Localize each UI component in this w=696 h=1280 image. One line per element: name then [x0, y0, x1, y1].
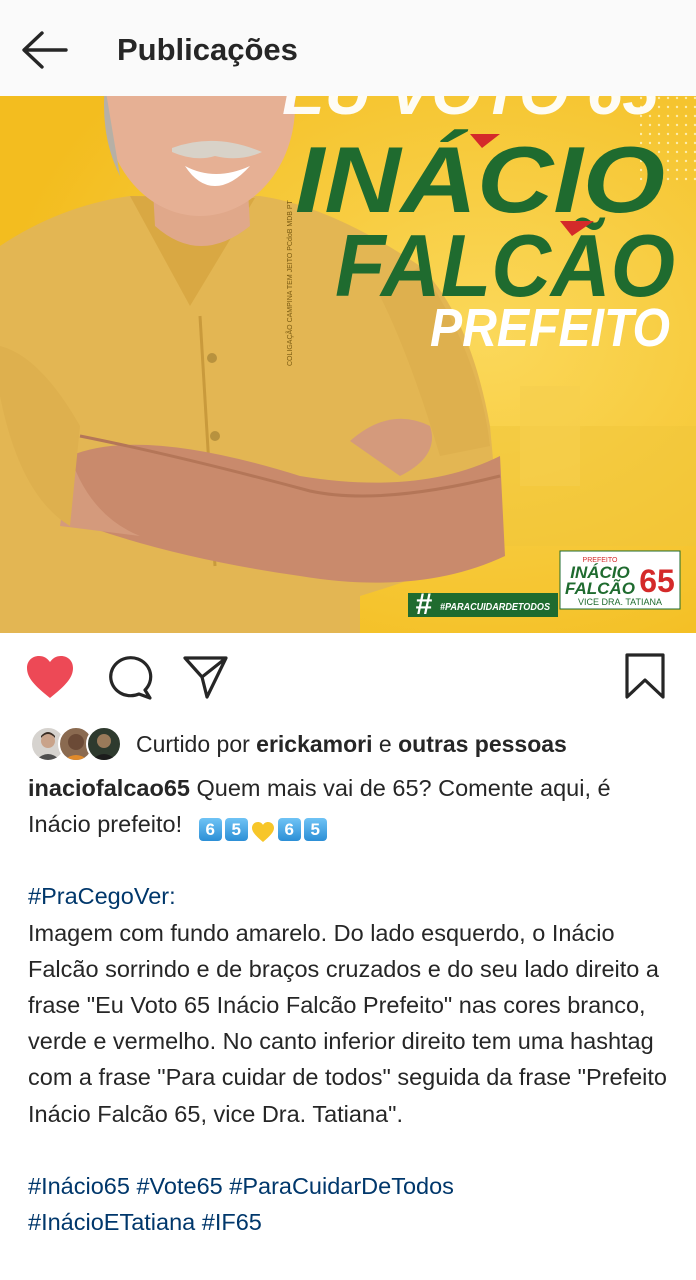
page-title: Publicações	[117, 32, 298, 67]
hashtag-link[interactable]: #Inácio65	[28, 1173, 130, 1199]
post-image[interactable]: COLIGAÇÃO CAMPINA TEM JEITO PCdoB MDB PT…	[0, 96, 696, 633]
coalition-text: COLIGAÇÃO CAMPINA TEM JEITO PCdoB MDB PT	[285, 199, 294, 366]
arrow-left-icon	[22, 31, 68, 69]
likes-others-link[interactable]: outras pessoas	[398, 731, 567, 757]
bookmark-icon	[625, 653, 665, 699]
emoji-sequence: 6 5 6 5	[198, 818, 327, 843]
likes-summary[interactable]: Curtido por erickamori e outras pessoas	[30, 722, 690, 766]
like-button[interactable]	[24, 653, 76, 701]
hashtag-link[interactable]: #IF65	[202, 1209, 262, 1235]
hashtag-link[interactable]: #InácioETatiana	[28, 1209, 195, 1235]
caption-main: inaciofalcao65 Quem mais vai de 65? Come…	[28, 770, 678, 843]
top-bar: Publicações	[0, 0, 696, 96]
post-actions	[0, 633, 696, 723]
caption-username[interactable]: inaciofalcao65	[28, 775, 190, 801]
hashtag-banner-text: #PARACUIDARDETODOS	[440, 602, 550, 613]
headline-prefeito: PREFEITO	[430, 298, 670, 358]
liker-username[interactable]: erickamori	[256, 731, 372, 757]
hashtags-line-1: #Inácio65 #Vote65 #ParaCuidarDeTodos	[28, 1168, 678, 1204]
image-description: Imagem com fundo amarelo. Do lado esquer…	[28, 919, 667, 1127]
keycap-6-emoji: 6	[277, 818, 301, 842]
hashtag-pracegover[interactable]: #PraCegoVer:	[28, 878, 678, 914]
likes-text: Curtido por erickamori e outras pessoas	[136, 731, 567, 758]
avatar	[86, 726, 122, 762]
liker-avatars	[30, 726, 124, 762]
send-icon	[183, 656, 228, 699]
hashtag-link[interactable]: #ParaCuidarDeTodos	[229, 1173, 454, 1199]
keycap-5-emoji: 5	[303, 818, 327, 842]
logo-number: 65	[639, 563, 675, 599]
yellow-heart-emoji	[251, 818, 275, 843]
logo-falcao: FALCÃO	[565, 578, 635, 598]
back-button[interactable]	[20, 28, 72, 72]
keycap-5-emoji: 5	[224, 818, 248, 842]
keycap-6-emoji: 6	[198, 818, 222, 842]
hashtags-line-2: #InácioETatiana #IF65	[28, 1204, 678, 1240]
comment-icon	[109, 656, 153, 700]
logo-vice: VICE DRA. TATIANA	[578, 597, 662, 607]
headline-eu-voto: EU VOTO 65	[282, 96, 659, 128]
heart-filled-icon	[27, 656, 73, 698]
comment-button[interactable]	[104, 653, 154, 701]
hashtag-link[interactable]: #Vote65	[136, 1173, 222, 1199]
share-button[interactable]	[180, 653, 230, 701]
post-caption: inaciofalcao65 Quem mais vai de 65? Come…	[28, 770, 678, 1240]
save-button[interactable]	[622, 651, 668, 701]
likes-connector: e	[378, 730, 392, 757]
hashtag-symbol: #	[416, 588, 433, 621]
campaign-logo: PREFEITO INÁCIO FALCÃO 65 VICE DRA. TATI…	[559, 550, 681, 610]
likes-prefix: Curtido por	[136, 730, 250, 757]
